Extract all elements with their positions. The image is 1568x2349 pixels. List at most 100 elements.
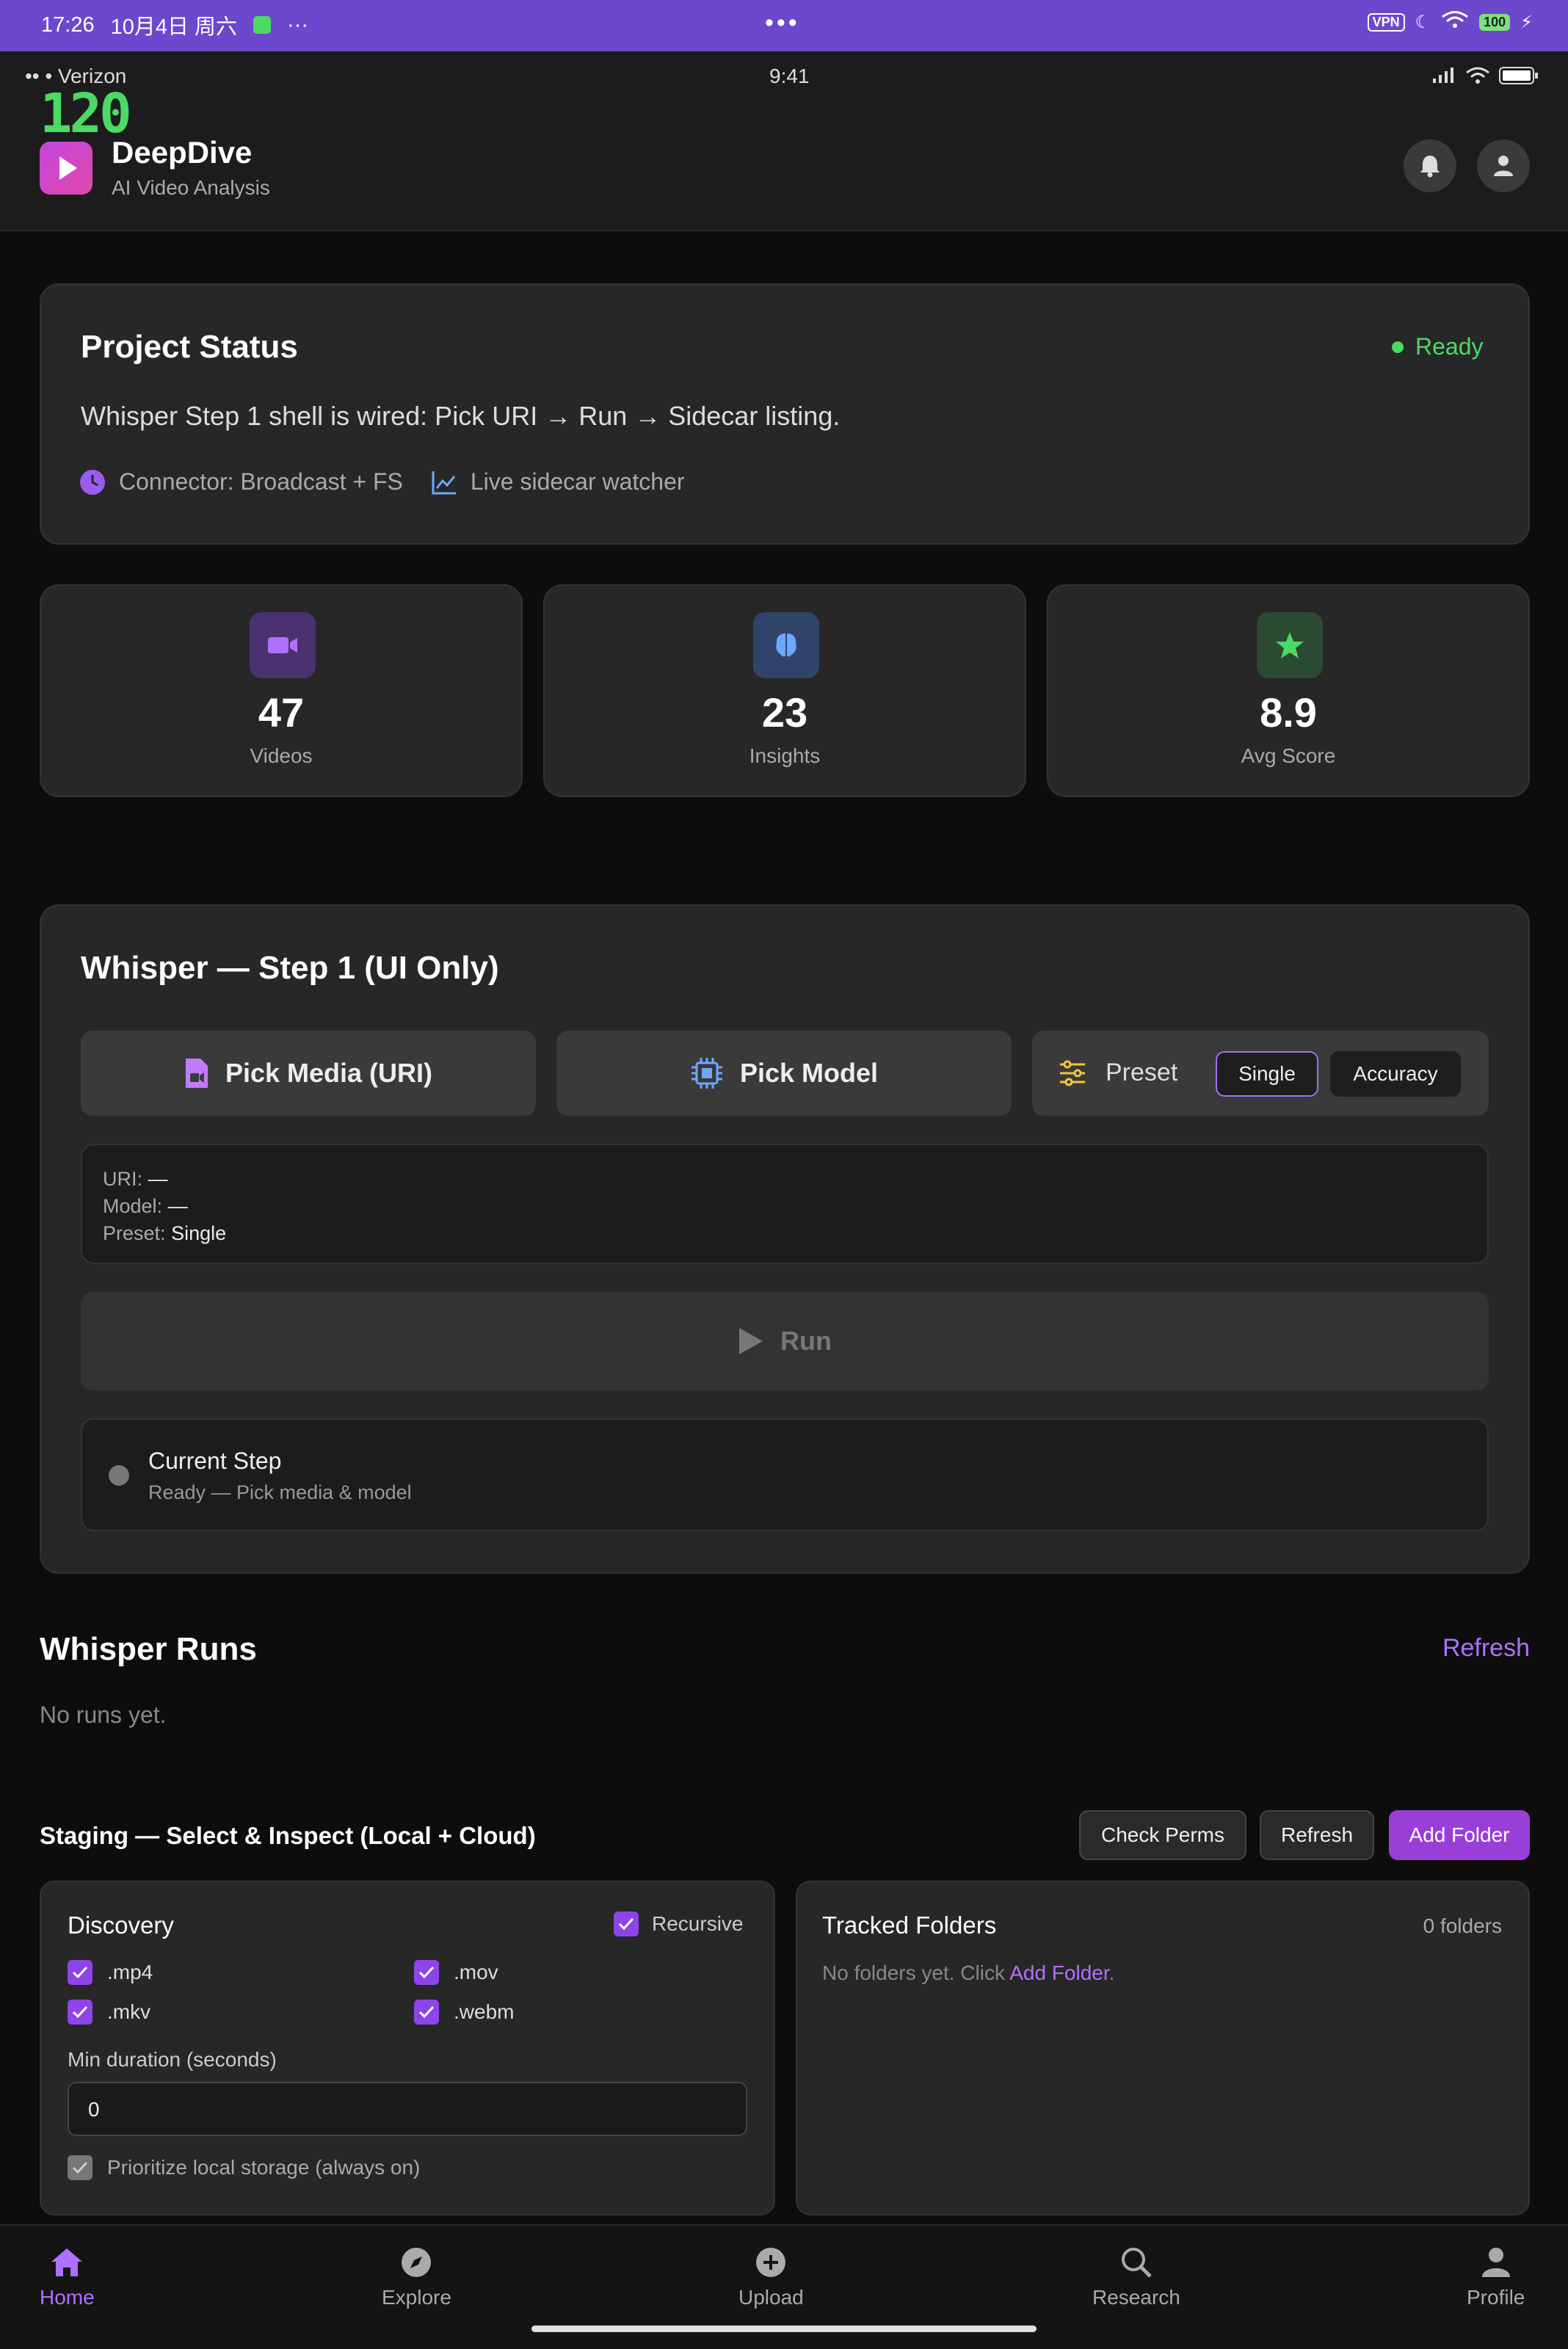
wifi-icon (1466, 67, 1489, 84)
nav-label: Home (40, 2286, 95, 2309)
ext-mp4-checkbox[interactable]: .mp4 (68, 1960, 153, 1985)
min-duration-input[interactable]: 0 (68, 2082, 747, 2136)
whisper-title: Whisper — Step 1 (UI Only) (81, 950, 499, 986)
recursive-checkbox[interactable]: Recursive (614, 1911, 743, 1936)
preset-accuracy-option[interactable]: Accuracy (1330, 1051, 1461, 1097)
prioritize-local-checkbox: Prioritize local storage (always on) (68, 2155, 420, 2180)
project-status-title: Project Status (81, 329, 298, 365)
home-indicator[interactable] (531, 2326, 1037, 2332)
current-step-panel: Current Step Ready — Pick media & model (81, 1418, 1489, 1531)
preset-single-option[interactable]: Single (1216, 1051, 1318, 1097)
brain-icon (753, 612, 819, 678)
nav-label: Explore (382, 2286, 451, 2309)
nav-research[interactable]: Research (1092, 2246, 1180, 2309)
staging-title: Staging — Select & Inspect (Local + Clou… (40, 1822, 536, 1849)
discovery-title: Discovery (68, 1911, 174, 1939)
ext-webm-checkbox[interactable]: .webm (414, 2000, 514, 2025)
search-icon (1121, 2248, 1152, 2278)
app-subtitle: AI Video Analysis (112, 176, 270, 199)
moon-icon: ☾ (1415, 12, 1431, 32)
bell-icon (1420, 156, 1440, 178)
pick-media-button[interactable]: Pick Media (URI) (81, 1031, 536, 1116)
nav-upload[interactable]: Upload (738, 2246, 804, 2309)
shield-icon (253, 16, 272, 34)
tracked-empty-text: No folders yet. Click Add Folder. (822, 1961, 1114, 1985)
model-label: Model: (103, 1195, 163, 1217)
nav-label: Upload (738, 2286, 804, 2309)
check-icon (68, 2000, 92, 2025)
preset-info-label: Preset: (103, 1222, 166, 1244)
sliders-icon (1060, 1060, 1085, 1086)
check-icon (414, 1960, 439, 1985)
ext-label: .mp4 (107, 1961, 153, 1983)
uri-label: URI: (103, 1168, 142, 1190)
stat-value: 8.9 (1260, 689, 1317, 736)
connector-text: Connector: Broadcast + FS (119, 468, 403, 495)
prioritize-label: Prioritize local storage (always on) (107, 2156, 421, 2179)
system-time: 17:26 (41, 12, 95, 37)
play-icon (739, 1328, 763, 1354)
home-icon (51, 2248, 83, 2276)
wifi-icon (1441, 10, 1469, 35)
check-icon (414, 2000, 439, 2025)
stat-value: 47 (258, 689, 305, 736)
pick-model-button[interactable]: Pick Model (556, 1031, 1012, 1116)
preset-selector: Preset Single Accuracy (1032, 1031, 1489, 1116)
tracked-folders-title: Tracked Folders (822, 1911, 997, 1939)
ext-label: .webm (454, 2000, 515, 2023)
more-dots: ··· (287, 12, 309, 37)
stat-card-videos: 47 Videos (40, 584, 523, 797)
clock-icon (80, 469, 105, 495)
staging-refresh-button[interactable]: Refresh (1260, 1810, 1374, 1860)
battery-indicator: 100 (1479, 14, 1511, 31)
ext-label: .mkv (107, 2000, 151, 2023)
min-duration-label: Min duration (seconds) (68, 2048, 277, 2071)
nav-home[interactable]: Home (40, 2246, 95, 2309)
plus-circle-icon (756, 2248, 786, 2277)
uri-value: — (148, 1168, 168, 1190)
profile-button[interactable] (1477, 139, 1530, 192)
add-folder-button[interactable]: Add Folder (1389, 1810, 1530, 1860)
recursive-label: Recursive (652, 1912, 744, 1935)
check-perms-button[interactable]: Check Perms (1079, 1810, 1246, 1860)
multitask-dots[interactable]: ••• (765, 9, 800, 37)
notifications-button[interactable] (1404, 139, 1456, 192)
add-folder-link[interactable]: Add Folder (1009, 1961, 1108, 1984)
fps-counter: 120 (40, 82, 132, 145)
ext-mkv-checkbox[interactable]: .mkv (68, 2000, 150, 2025)
ext-mov-checkbox[interactable]: .mov (414, 1960, 498, 1985)
battery-icon (1499, 67, 1538, 84)
nav-profile[interactable]: Profile (1467, 2246, 1525, 2309)
pick-media-label: Pick Media (URI) (225, 1058, 433, 1088)
project-status-description: Whisper Step 1 shell is wired: Pick URI … (81, 401, 841, 431)
preset-info-value: Single (171, 1222, 227, 1244)
connector-info: Connector: Broadcast + FS Live sidecar w… (79, 468, 685, 495)
run-button[interactable]: Run (81, 1292, 1489, 1390)
nav-label: Profile (1467, 2286, 1525, 2309)
star-icon (1257, 612, 1323, 678)
charging-icon: ⚡ (1520, 12, 1533, 32)
vpn-badge: VPN (1367, 13, 1405, 32)
nav-explore[interactable]: Explore (382, 2246, 451, 2309)
check-icon (68, 2155, 92, 2180)
whisper-runs-title: Whisper Runs (40, 1631, 257, 1667)
model-row: Model: — (103, 1193, 1467, 1220)
cellular-icon (1433, 68, 1453, 83)
compass-icon (402, 2248, 432, 2277)
step-status-dot (109, 1465, 129, 1486)
preset-label: Preset (1106, 1059, 1178, 1086)
status-badge: Ready (1392, 333, 1484, 360)
ext-label: .mov (454, 1961, 498, 1983)
check-icon (614, 1911, 639, 1936)
stat-label: Insights (749, 744, 821, 767)
runs-refresh-link[interactable]: Refresh (1442, 1634, 1530, 1663)
folder-count: 0 folders (1423, 1914, 1502, 1937)
app-title: DeepDive (112, 135, 253, 170)
user-icon (1481, 2248, 1510, 2277)
status-dot (1392, 341, 1404, 353)
status-text: Ready (1415, 333, 1484, 360)
stat-card-avg-score: 8.9 Avg Score (1047, 584, 1530, 797)
stat-value: 23 (761, 689, 808, 736)
empty-suffix: . (1108, 1961, 1115, 1984)
video-camera-icon (250, 612, 316, 678)
